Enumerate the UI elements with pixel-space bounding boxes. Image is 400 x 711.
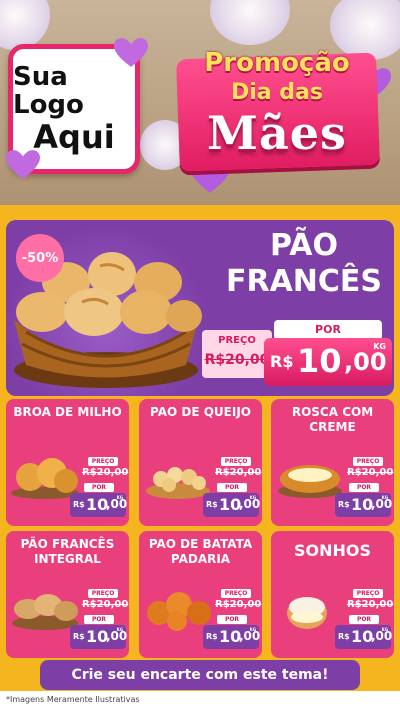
promo-title-line3: Mães	[207, 106, 347, 160]
heart-icon	[114, 38, 148, 67]
price-unit: KG	[116, 495, 123, 500]
hero-old-price-tag: PREÇO R$20,00	[202, 330, 272, 378]
price-currency: R$	[270, 352, 294, 371]
old-price-value: R$20,00	[82, 599, 129, 610]
hero-product-title: PÃO FRANCÊS	[216, 228, 392, 300]
new-price-tag: POR R$ 10 ,00 KG	[70, 615, 127, 651]
price-currency: R$	[73, 632, 85, 641]
logo-text-line2: Aqui	[33, 118, 115, 156]
price-unit: KG	[249, 627, 256, 632]
heart-icon	[6, 150, 40, 179]
price-integer: 10	[351, 495, 374, 514]
new-price-box: R$ 10 ,00 KG	[70, 493, 127, 517]
price-unit: KG	[249, 495, 256, 500]
price-integer: 10	[219, 627, 242, 646]
old-price-label: PREÇO	[221, 589, 251, 598]
new-price-box: R$ 10 ,00 KG	[264, 338, 392, 386]
promo-title-line1: Promoção	[204, 48, 350, 78]
product-card-rosca-com-creme[interactable]: ROSCA COM CREME PREÇO R$20,00 POR R$ 10 …	[271, 399, 394, 526]
new-price-box: R$ 10 ,00 KG	[203, 493, 260, 517]
old-price-tag: PREÇO R$20,00	[215, 589, 262, 617]
price-currency: R$	[338, 632, 350, 641]
price-unit: KG	[381, 495, 388, 500]
price-currency: R$	[73, 500, 85, 509]
old-price-value: R$20,00	[347, 599, 394, 610]
old-price-value: R$20,00	[215, 467, 262, 478]
new-price-label: POR	[274, 320, 382, 340]
new-price-tag: POR R$ 10 ,00 KG	[203, 483, 260, 519]
new-price-box: R$ 10 ,00 KG	[203, 625, 260, 649]
new-price-label: POR	[84, 615, 114, 624]
product-title: ROSCA COM CREME	[291, 405, 374, 434]
price-unit: KG	[381, 627, 388, 632]
flower-decoration	[0, 0, 50, 50]
price-currency: R$	[338, 500, 350, 509]
hero-title-line2: FRANCÊS	[225, 264, 383, 299]
old-price-value: R$20,00	[215, 599, 262, 610]
product-card-pao-frances-integral[interactable]: PÃO FRANCÊS INTEGRAL PREÇO R$20,00 POR R…	[6, 531, 129, 658]
product-card-pao-de-batata[interactable]: PAO DE BATATA PADARIA PREÇO R$20,00 POR …	[139, 531, 262, 658]
product-title: SONHOS	[293, 541, 372, 560]
price-unit: KG	[116, 627, 123, 632]
discount-badge: -50%	[16, 234, 64, 282]
price-unit: KG	[373, 342, 386, 351]
hero-offer-card[interactable]: -50% PÃO FRANCÊS PREÇO R$20,00 POR R$ 10…	[6, 220, 394, 396]
new-price-tag: POR R$ 10 ,00 KG	[335, 615, 392, 651]
offers-section: -50% PÃO FRANCÊS PREÇO R$20,00 POR R$ 10…	[0, 205, 400, 691]
product-title: BROA DE MILHO	[13, 405, 122, 419]
hero-image-area: -50%	[6, 220, 206, 396]
new-price-label: POR	[217, 483, 247, 492]
create-flyer-button[interactable]: Crie seu encarte com este tema!	[40, 660, 360, 690]
old-price-tag: PREÇO R$20,00	[82, 589, 129, 617]
new-price-box: R$ 10 ,00 KG	[335, 493, 392, 517]
promo-title-line2: Dia das	[231, 80, 323, 105]
old-price-value: R$20,00	[204, 352, 270, 368]
header-banner: Sua Logo Aqui Promoção Dia das Mães	[0, 0, 400, 205]
price-integer: 10	[86, 495, 109, 514]
new-price-label: POR	[349, 615, 379, 624]
product-card-pao-de-queijo[interactable]: PAO DE QUEIJO PREÇO R$20,00 POR R$ 10 ,0…	[139, 399, 262, 526]
product-card-broa-de-milho[interactable]: BROA DE MILHO PREÇO R$20,00 POR R$ 10 ,0…	[6, 399, 129, 526]
footer: *Imagens Meramente Ilustrativas	[0, 691, 400, 711]
new-price-box: R$ 10 ,00 KG	[70, 625, 127, 649]
new-price-tag: POR R$ 10 ,00 KG	[203, 615, 260, 651]
product-card-sonhos[interactable]: SONHOS PREÇO R$20,00 POR R$ 10 ,00 KG	[271, 531, 394, 658]
new-price-box: R$ 10 ,00 KG	[335, 625, 392, 649]
old-price-value: R$20,00	[82, 467, 129, 478]
old-price-label: PREÇO	[88, 589, 118, 598]
product-title: PAO DE BATATA PADARIA	[148, 537, 253, 566]
old-price-value: R$20,00	[347, 467, 394, 478]
logo-text-line1: Sua Logo	[13, 61, 84, 121]
new-price-label: POR	[349, 483, 379, 492]
new-price-label: POR	[217, 615, 247, 624]
old-price-label: PREÇO	[353, 457, 383, 466]
price-integer: 10	[351, 627, 374, 646]
old-price-tag: PREÇO R$20,00	[347, 589, 394, 617]
new-price-tag: POR R$ 10 ,00 KG	[70, 483, 127, 519]
old-price-tag: PREÇO R$20,00	[82, 457, 129, 485]
price-cents: ,00	[344, 348, 387, 376]
old-price-label: PREÇO	[218, 335, 256, 346]
disclaimer-text: *Imagens Meramente Ilustrativas	[6, 695, 140, 704]
price-integer: 10	[219, 495, 242, 514]
price-integer: 10	[86, 627, 109, 646]
old-price-label: PREÇO	[88, 457, 118, 466]
hero-title-line1: PÃO	[270, 228, 338, 263]
new-price-tag: POR R$ 10 ,00 KG	[335, 483, 392, 519]
price-currency: R$	[206, 500, 218, 509]
hero-new-price-tag: POR R$ 10 ,00 KG	[264, 320, 392, 386]
product-title: PÃO FRANCÊS INTEGRAL	[20, 537, 115, 566]
promo-title-banner: Promoção Dia das Mães	[170, 38, 384, 172]
old-price-label: PREÇO	[353, 589, 383, 598]
old-price-label: PREÇO	[221, 457, 251, 466]
price-currency: R$	[206, 632, 218, 641]
old-price-tag: PREÇO R$20,00	[347, 457, 394, 485]
new-price-label: POR	[84, 483, 114, 492]
product-title: PAO DE QUEIJO	[150, 405, 251, 419]
old-price-tag: PREÇO R$20,00	[215, 457, 262, 485]
price-integer: 10	[297, 342, 342, 380]
